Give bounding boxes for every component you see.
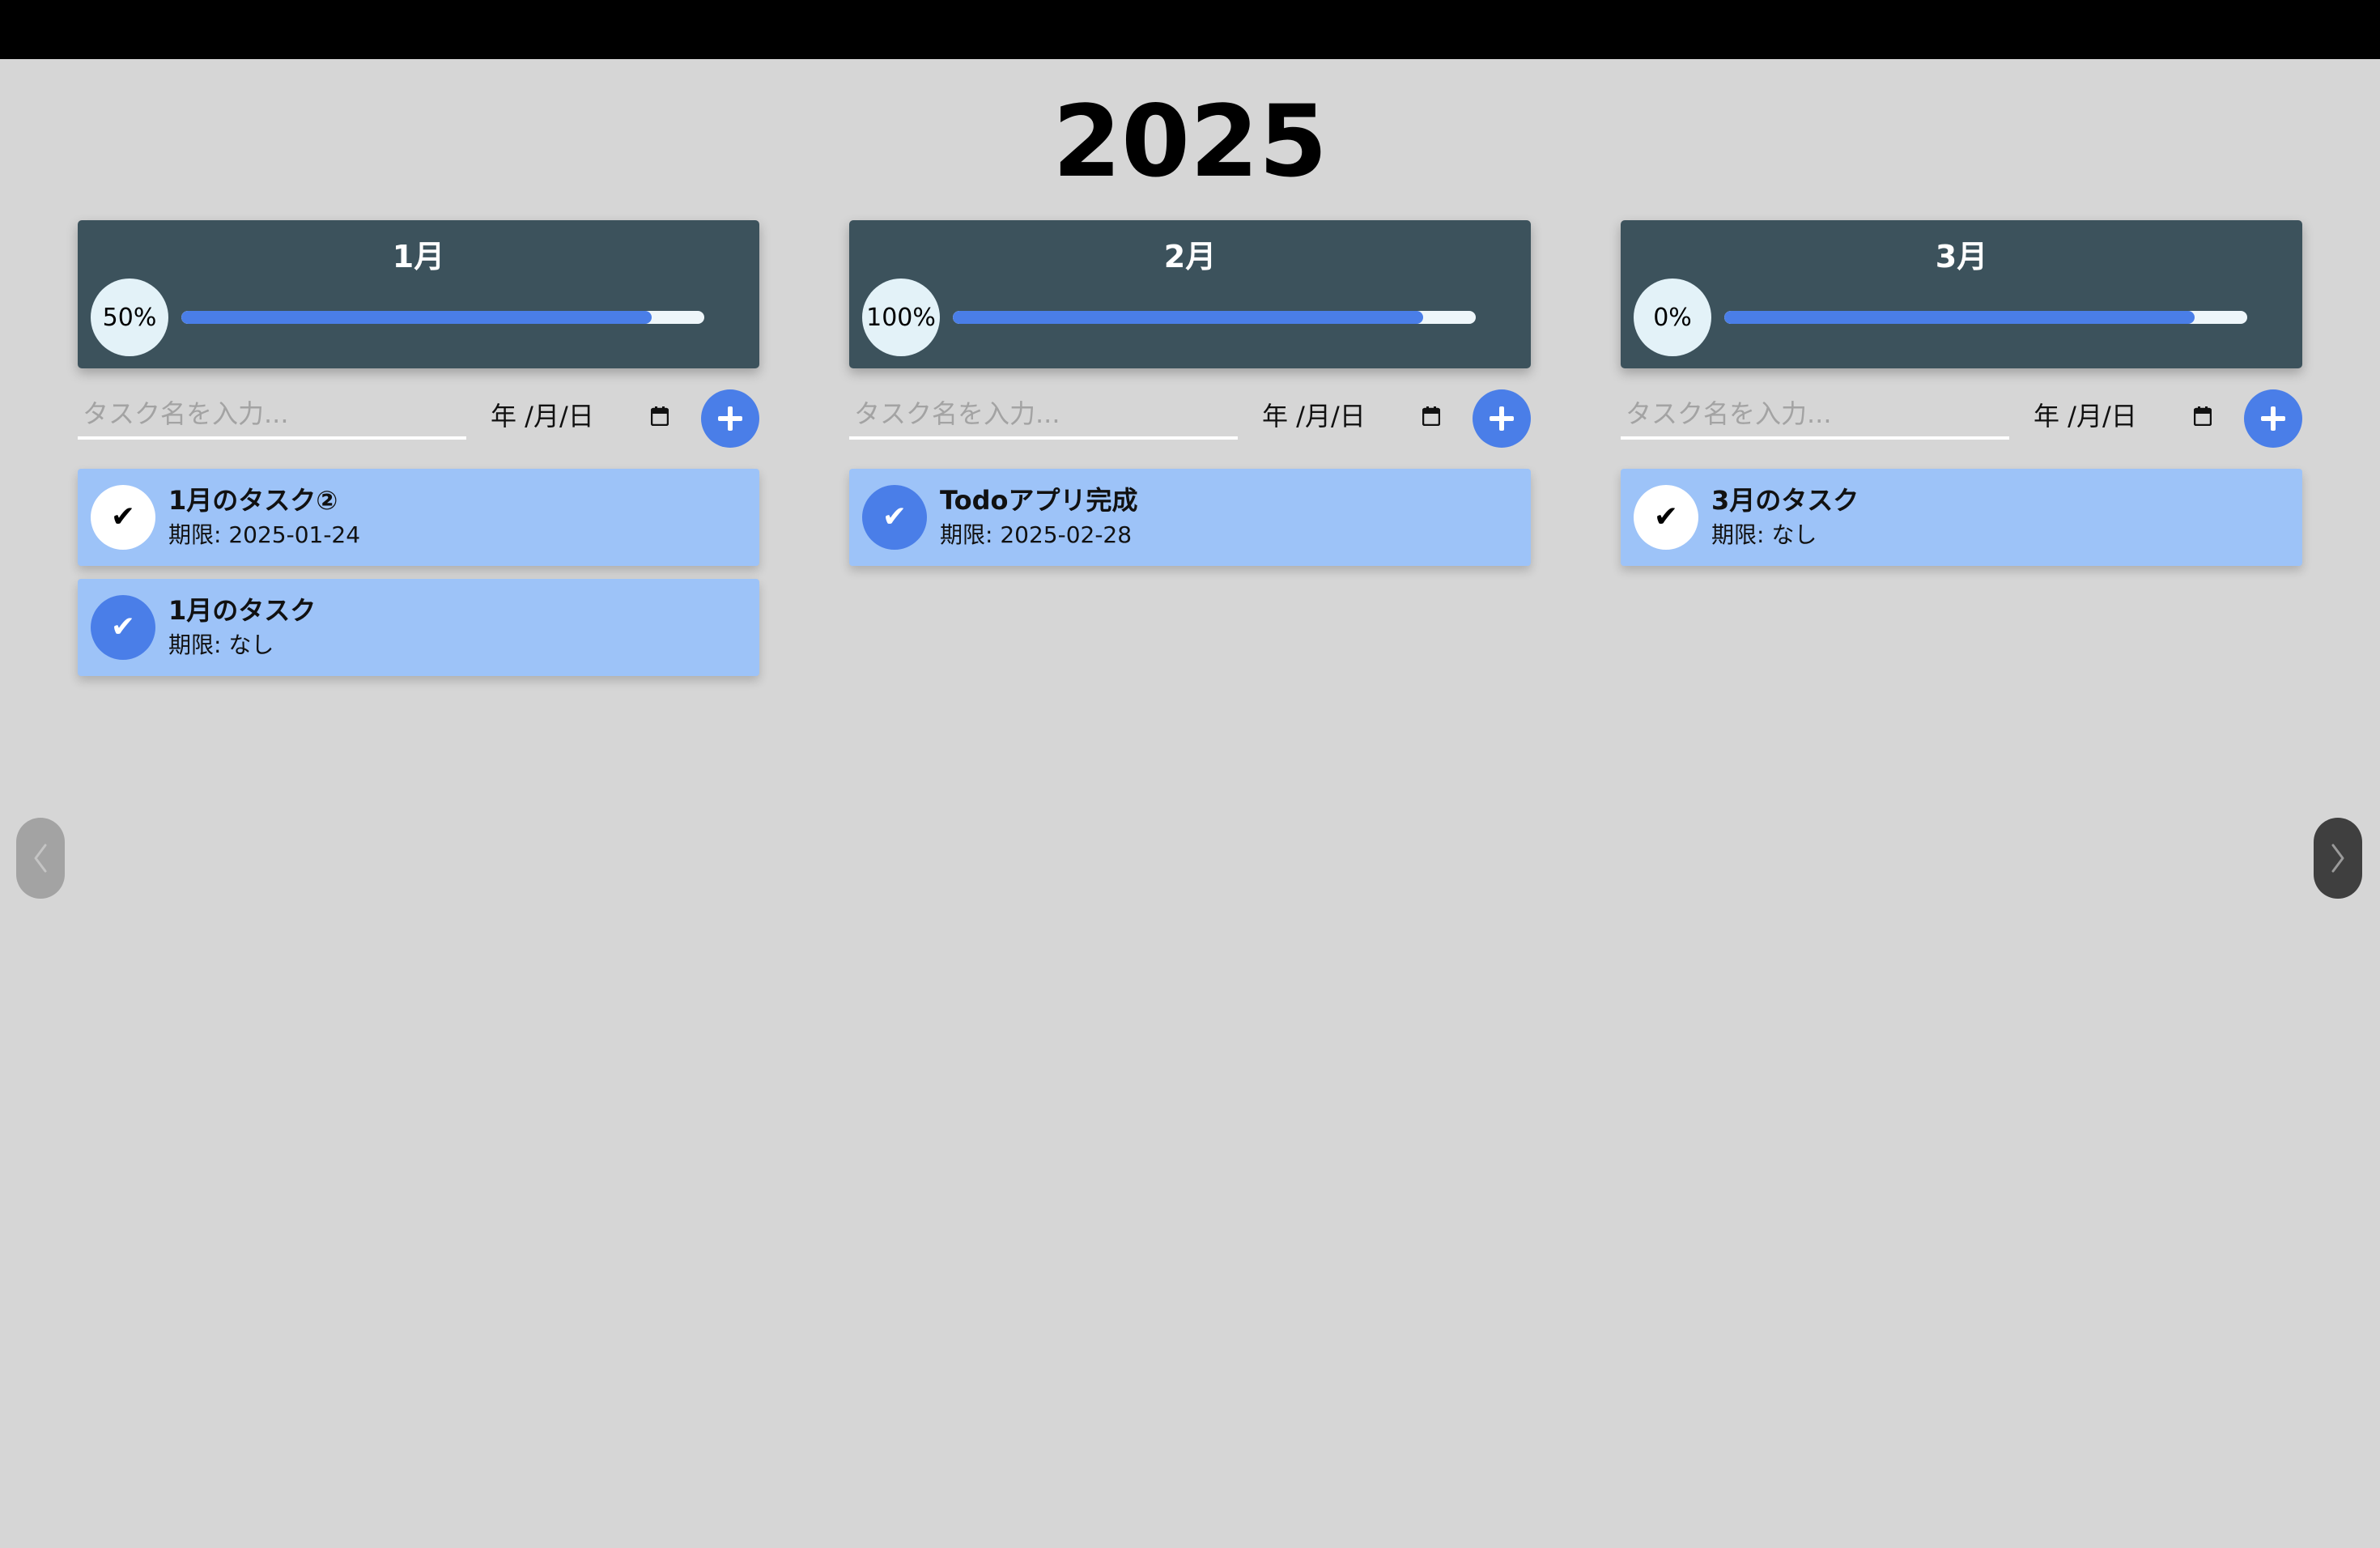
month-header: 3月 0% <box>1621 220 2302 368</box>
month-name: 2月 <box>1163 239 1217 274</box>
add-task-row: 年 /月/日 <box>849 385 1531 469</box>
month-column-1: 1月 50% 年 /月/日 ✔ 1月のタスク② 期限: 2025-01-24 <box>78 220 759 689</box>
plus-icon <box>718 406 742 431</box>
due-date-input[interactable]: 年 /月/日 <box>491 396 685 436</box>
progress-percent: 0% <box>1634 279 1711 356</box>
date-placeholder: 年 /月/日 <box>1262 401 1366 432</box>
complete-toggle[interactable]: ✔ <box>862 485 927 550</box>
add-task-button[interactable] <box>701 389 759 448</box>
progress-bar-fill <box>953 311 1424 324</box>
task-title: 3月のタスク <box>1711 485 1859 516</box>
add-task-button[interactable] <box>1473 389 1531 448</box>
task-due-date: 期限: なし <box>1711 521 1817 548</box>
task-item[interactable]: ✔ 1月のタスク 期限: なし <box>78 579 759 676</box>
task-name-input[interactable] <box>1621 391 2009 440</box>
progress-bar-fill <box>181 311 652 324</box>
chevron-right-icon <box>2331 844 2344 873</box>
month-header: 1月 50% <box>78 220 759 368</box>
plus-icon <box>2261 406 2285 431</box>
calendar-icon[interactable] <box>2194 406 2212 426</box>
task-title: 1月のタスク② <box>168 485 338 516</box>
progress-bar <box>1724 311 2247 324</box>
date-placeholder: 年 /月/日 <box>491 401 594 432</box>
task-name-input[interactable] <box>849 391 1238 440</box>
month-column-2: 2月 100% 年 /月/日 ✔ Todoアプリ完成 期限: 2025-02-2… <box>849 220 1531 579</box>
task-title: Todoアプリ完成 <box>940 485 1138 516</box>
progress-bar-fill <box>1724 311 2195 324</box>
prev-month-button[interactable] <box>16 818 65 899</box>
progress-bar <box>953 311 1476 324</box>
year-title: 2025 <box>1052 84 1328 199</box>
due-date-input[interactable]: 年 /月/日 <box>1262 396 1456 436</box>
add-task-row: 年 /月/日 <box>78 385 759 469</box>
task-item[interactable]: ✔ 1月のタスク② 期限: 2025-01-24 <box>78 469 759 566</box>
complete-toggle[interactable]: ✔ <box>91 485 155 550</box>
window-top-bar <box>0 0 2380 59</box>
complete-toggle[interactable]: ✔ <box>91 595 155 660</box>
plus-icon <box>1490 406 1514 431</box>
task-title: 1月のタスク <box>168 595 317 626</box>
chevron-left-icon <box>34 844 47 873</box>
calendar-icon[interactable] <box>1422 406 1440 426</box>
next-month-button[interactable] <box>2314 818 2362 899</box>
progress-bar <box>181 311 704 324</box>
month-name: 3月 <box>1935 239 1988 274</box>
complete-toggle[interactable]: ✔ <box>1634 485 1698 550</box>
task-due-date: 期限: 2025-01-24 <box>168 521 361 548</box>
progress-percent: 100% <box>862 279 940 356</box>
add-task-button[interactable] <box>2244 389 2302 448</box>
task-item[interactable]: ✔ Todoアプリ完成 期限: 2025-02-28 <box>849 469 1531 566</box>
date-placeholder: 年 /月/日 <box>2034 401 2137 432</box>
task-name-input[interactable] <box>78 391 466 440</box>
task-due-date: 期限: 2025-02-28 <box>940 521 1133 548</box>
calendar-icon[interactable] <box>651 406 669 426</box>
month-name: 1月 <box>392 239 445 274</box>
add-task-row: 年 /月/日 <box>1621 385 2302 469</box>
due-date-input[interactable]: 年 /月/日 <box>2034 396 2228 436</box>
month-column-3: 3月 0% 年 /月/日 ✔ 3月のタスク 期限: なし <box>1621 220 2302 579</box>
task-item[interactable]: ✔ 3月のタスク 期限: なし <box>1621 469 2302 566</box>
progress-percent: 50% <box>91 279 168 356</box>
month-header: 2月 100% <box>849 220 1531 368</box>
task-due-date: 期限: なし <box>168 632 274 658</box>
